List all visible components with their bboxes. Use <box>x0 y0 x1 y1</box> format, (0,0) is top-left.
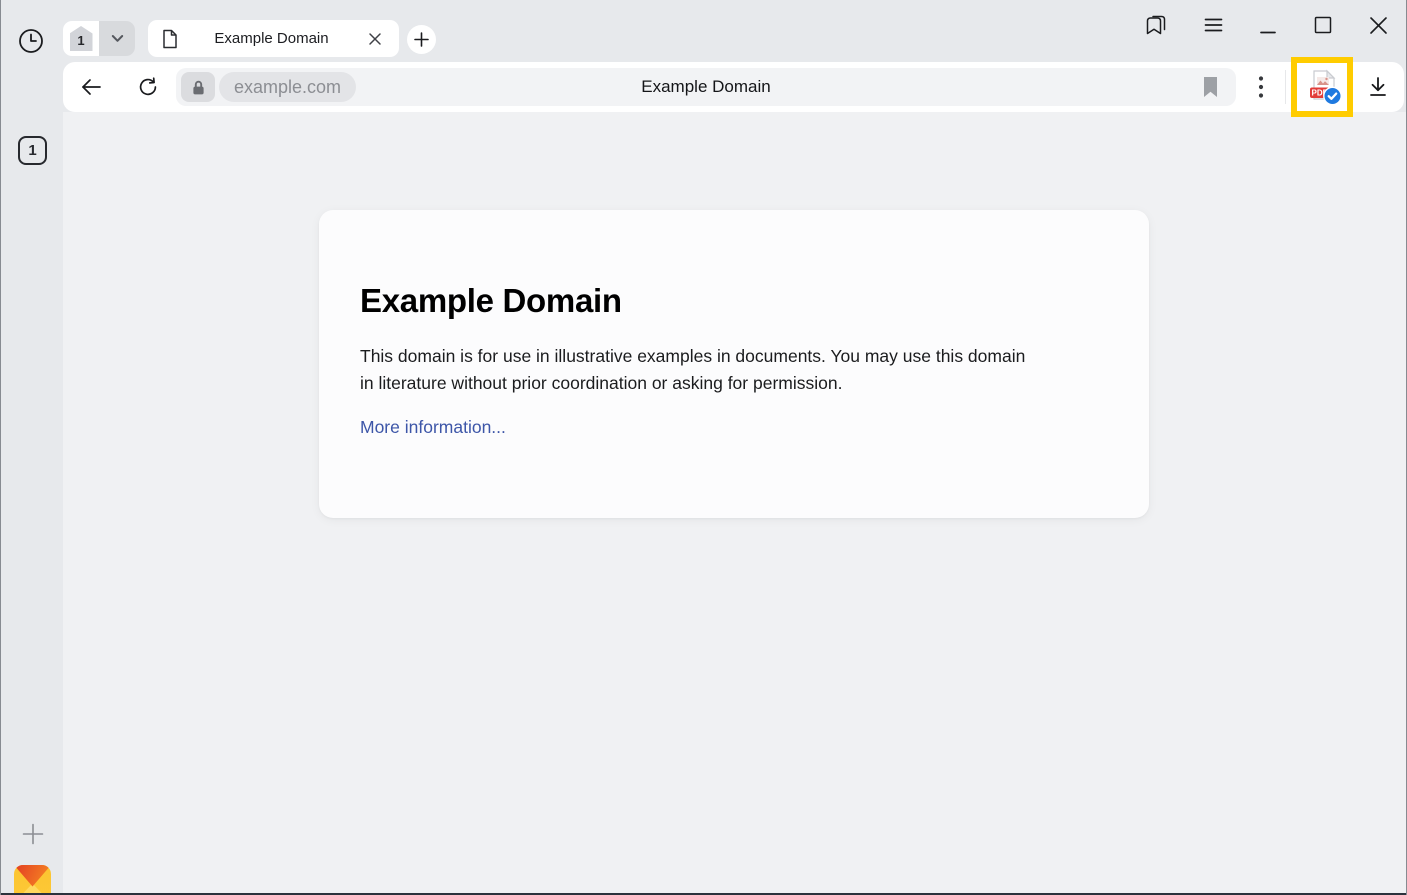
hamburger-menu-icon <box>1204 17 1223 33</box>
plus-icon <box>414 32 429 47</box>
tab-count-label: 1 <box>77 33 84 48</box>
sidebar-tab-panel-button[interactable]: 1 <box>18 136 47 165</box>
tab-group-count-button[interactable]: 1 <box>63 21 99 56</box>
tab-bar: 1 Example Domain <box>1 0 1406 60</box>
history-button[interactable] <box>16 26 46 56</box>
download-icon <box>1365 74 1391 100</box>
page-actions-menu-button[interactable] <box>1249 74 1273 100</box>
example-domain-card: Example Domain This domain is for use in… <box>319 210 1149 518</box>
page-paragraph: This domain is for use in illustrative e… <box>360 343 1043 397</box>
window-close-icon <box>1369 16 1388 35</box>
tab-group-control: 1 <box>63 21 135 56</box>
browser-menu-button[interactable] <box>1201 11 1225 39</box>
refresh-icon <box>136 75 160 99</box>
minimize-icon <box>1260 13 1276 37</box>
back-arrow-icon <box>78 75 104 99</box>
tab-count-badge: 1 <box>70 26 93 51</box>
maximize-icon <box>1313 15 1333 35</box>
side-panel-icon <box>1144 13 1168 37</box>
refresh-button[interactable] <box>134 74 162 100</box>
page-favicon-icon <box>162 29 178 49</box>
more-information-link[interactable]: More information... <box>360 417 506 438</box>
bookmark-flag-icon <box>1202 76 1219 98</box>
sidebar-plus-icon <box>21 822 45 846</box>
browser-window: 1 Example Domain <box>0 0 1407 895</box>
tab-group-dropdown-button[interactable] <box>99 21 135 56</box>
kebab-menu-icon <box>1258 75 1264 99</box>
url-chip[interactable]: example.com <box>219 72 356 102</box>
pdf-extension-button[interactable]: PDF <box>1305 68 1343 106</box>
lock-icon <box>191 79 206 96</box>
history-clock-icon <box>17 27 45 55</box>
page-viewport: Example Domain This domain is for use in… <box>63 112 1406 893</box>
tab-example-domain[interactable]: Example Domain <box>148 20 399 57</box>
toolbar-divider <box>1285 70 1286 104</box>
window-close-button[interactable] <box>1365 11 1391 39</box>
address-bar[interactable]: example.com Example Domain <box>176 68 1236 106</box>
new-tab-button[interactable] <box>407 25 436 54</box>
side-panel-button[interactable] <box>1142 11 1170 39</box>
bookmark-button[interactable] <box>1200 75 1220 99</box>
url-text: example.com <box>234 77 341 98</box>
maximize-button[interactable] <box>1310 11 1336 39</box>
security-chip[interactable] <box>181 72 215 102</box>
sidebar: 1 <box>1 60 63 895</box>
toolbar: example.com Example Domain <box>63 62 1404 112</box>
downloads-button[interactable] <box>1364 73 1392 101</box>
tab-title: Example Domain <box>178 30 365 47</box>
tab-close-icon[interactable] <box>365 29 385 49</box>
chevron-down-icon <box>111 34 124 43</box>
mail-app-button[interactable] <box>14 865 51 895</box>
minimize-button[interactable] <box>1255 11 1281 39</box>
back-button[interactable] <box>77 74 105 100</box>
sidebar-add-button[interactable] <box>20 821 46 847</box>
page-heading: Example Domain <box>360 282 1089 320</box>
pdf-extension-icon: PDF <box>1305 68 1343 106</box>
sidebar-tab-count: 1 <box>28 142 36 159</box>
